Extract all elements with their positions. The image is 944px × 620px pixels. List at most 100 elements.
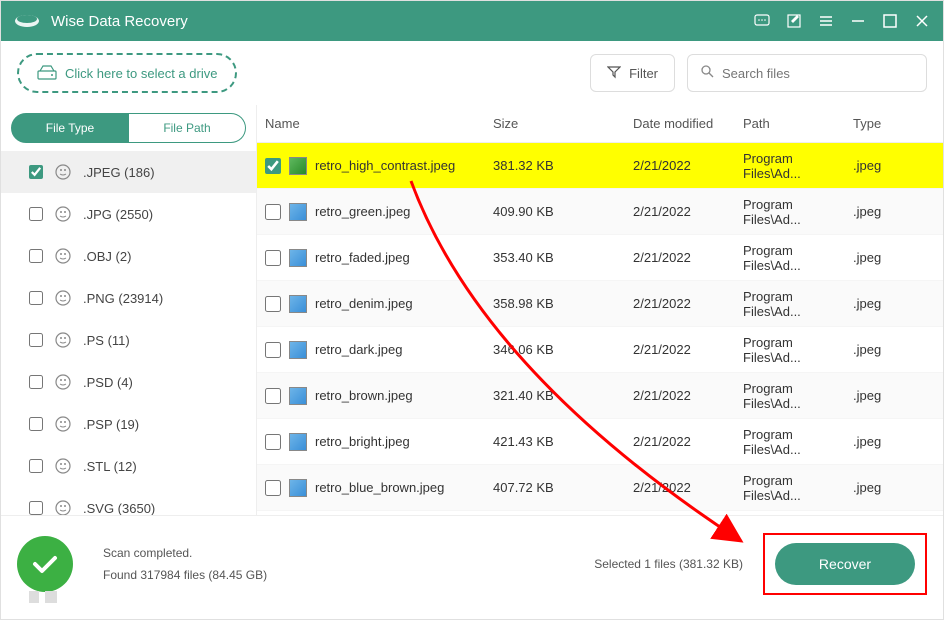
type-checkbox[interactable] bbox=[29, 291, 43, 305]
file-checkbox[interactable] bbox=[265, 158, 281, 174]
title-bar: Wise Data Recovery bbox=[1, 1, 943, 41]
file-row[interactable]: retro_denim.jpeg358.98 KB2/21/2022Progra… bbox=[257, 281, 943, 327]
pause-icon[interactable] bbox=[29, 591, 39, 603]
search-box[interactable] bbox=[687, 54, 927, 92]
sidebar-type-item[interactable]: .STL (12) bbox=[1, 445, 256, 487]
type-label: .PS (11) bbox=[83, 333, 130, 348]
table-body: retro_high_contrast.jpeg381.32 KB2/21/20… bbox=[257, 143, 943, 515]
type-checkbox[interactable] bbox=[29, 333, 43, 347]
file-row[interactable]: retro_blue_brown.jpeg407.72 KB2/21/2022P… bbox=[257, 465, 943, 511]
file-row[interactable]: retro_brown.jpeg321.40 KB2/21/2022Progra… bbox=[257, 373, 943, 419]
drive-select-button[interactable]: Click here to select a drive bbox=[17, 53, 237, 93]
sidebar-type-item[interactable]: .JPG (2550) bbox=[1, 193, 256, 235]
file-date: 2/21/2022 bbox=[633, 434, 743, 449]
header-size[interactable]: Size bbox=[493, 116, 633, 131]
file-size: 346.06 KB bbox=[493, 342, 633, 357]
close-icon[interactable] bbox=[913, 12, 931, 30]
header-date[interactable]: Date modified bbox=[633, 116, 743, 131]
type-checkbox[interactable] bbox=[29, 165, 43, 179]
file-checkbox[interactable] bbox=[265, 250, 281, 266]
type-checkbox[interactable] bbox=[29, 417, 43, 431]
filter-icon bbox=[607, 65, 621, 82]
edit-icon[interactable] bbox=[785, 12, 803, 30]
file-checkbox[interactable] bbox=[265, 388, 281, 404]
status-line1: Scan completed. bbox=[103, 546, 267, 560]
drive-icon bbox=[37, 65, 55, 81]
file-row[interactable]: retro_dark.jpeg346.06 KB2/21/2022Program… bbox=[257, 327, 943, 373]
file-path: Program Files\Ad... bbox=[743, 335, 853, 365]
file-row[interactable]: retro_green.jpeg409.90 KB2/21/2022Progra… bbox=[257, 189, 943, 235]
sidebar-type-item[interactable]: .JPEG (186) bbox=[1, 151, 256, 193]
recover-annotation-box: Recover bbox=[763, 533, 927, 595]
filetype-icon bbox=[53, 414, 73, 434]
sidebar-type-item[interactable]: .PSP (19) bbox=[1, 403, 256, 445]
file-checkbox[interactable] bbox=[265, 296, 281, 312]
filetype-icon bbox=[53, 162, 73, 182]
type-checkbox[interactable] bbox=[29, 459, 43, 473]
search-input[interactable] bbox=[722, 66, 914, 81]
toolbar: Click here to select a drive Filter bbox=[1, 41, 943, 105]
filetype-icon bbox=[53, 456, 73, 476]
type-label: .PNG (23914) bbox=[83, 291, 163, 306]
header-path[interactable]: Path bbox=[743, 116, 853, 131]
header-name[interactable]: Name bbox=[265, 116, 493, 131]
image-file-icon bbox=[289, 479, 307, 497]
image-file-icon bbox=[289, 387, 307, 405]
status-complete-icon bbox=[17, 536, 73, 592]
file-type: .jpeg bbox=[853, 480, 923, 495]
file-path: Program Files\Ad... bbox=[743, 197, 853, 227]
file-size: 381.32 KB bbox=[493, 158, 633, 173]
file-type: .jpeg bbox=[853, 342, 923, 357]
type-checkbox[interactable] bbox=[29, 249, 43, 263]
stop-icon[interactable] bbox=[45, 591, 57, 603]
header-type[interactable]: Type bbox=[853, 116, 923, 131]
file-row[interactable]: retro_faded.jpeg353.40 KB2/21/2022Progra… bbox=[257, 235, 943, 281]
filetype-icon bbox=[53, 204, 73, 224]
type-checkbox[interactable] bbox=[29, 375, 43, 389]
type-label: .PSD (4) bbox=[83, 375, 133, 390]
file-date: 2/21/2022 bbox=[633, 480, 743, 495]
file-size: 409.90 KB bbox=[493, 204, 633, 219]
type-checkbox[interactable] bbox=[29, 207, 43, 221]
filter-button[interactable]: Filter bbox=[590, 54, 675, 92]
tab-file-path[interactable]: File Path bbox=[129, 113, 246, 143]
file-name: retro_green.jpeg bbox=[315, 204, 493, 219]
file-checkbox[interactable] bbox=[265, 434, 281, 450]
type-checkbox[interactable] bbox=[29, 501, 43, 515]
sidebar-type-item[interactable]: .SVG (3650) bbox=[1, 487, 256, 515]
file-date: 2/21/2022 bbox=[633, 296, 743, 311]
file-name: retro_faded.jpeg bbox=[315, 250, 493, 265]
file-checkbox[interactable] bbox=[265, 204, 281, 220]
minimize-icon[interactable] bbox=[849, 12, 867, 30]
app-title: Wise Data Recovery bbox=[51, 13, 753, 30]
type-label: .SVG (3650) bbox=[83, 501, 155, 516]
status-line2: Found 317984 files (84.45 GB) bbox=[103, 568, 267, 582]
file-type: .jpeg bbox=[853, 388, 923, 403]
feedback-icon[interactable] bbox=[753, 12, 771, 30]
file-row[interactable]: retro_high_contrast.jpeg381.32 KB2/21/20… bbox=[257, 143, 943, 189]
file-name: retro_brown.jpeg bbox=[315, 388, 493, 403]
selected-count-text: Selected 1 files (381.32 KB) bbox=[594, 557, 743, 571]
search-icon bbox=[700, 64, 714, 83]
recover-button[interactable]: Recover bbox=[775, 543, 915, 585]
sidebar-type-item[interactable]: .PS (11) bbox=[1, 319, 256, 361]
file-row[interactable]: retro_bright.jpeg421.43 KB2/21/2022Progr… bbox=[257, 419, 943, 465]
file-checkbox[interactable] bbox=[265, 342, 281, 358]
sidebar-type-item[interactable]: .OBJ (2) bbox=[1, 235, 256, 277]
footer: Scan completed. Found 317984 files (84.4… bbox=[1, 515, 943, 611]
tab-file-type[interactable]: File Type bbox=[11, 113, 129, 143]
file-size: 321.40 KB bbox=[493, 388, 633, 403]
image-file-icon bbox=[289, 341, 307, 359]
file-name: retro_dark.jpeg bbox=[315, 342, 493, 357]
filetype-icon bbox=[53, 288, 73, 308]
filetype-icon bbox=[53, 246, 73, 266]
file-name: retro_denim.jpeg bbox=[315, 296, 493, 311]
image-file-icon bbox=[289, 157, 307, 175]
file-checkbox[interactable] bbox=[265, 480, 281, 496]
sidebar-type-item[interactable]: .PNG (23914) bbox=[1, 277, 256, 319]
file-type: .jpeg bbox=[853, 158, 923, 173]
maximize-icon[interactable] bbox=[881, 12, 899, 30]
sidebar-type-item[interactable]: .PSD (4) bbox=[1, 361, 256, 403]
menu-icon[interactable] bbox=[817, 12, 835, 30]
file-path: Program Files\Ad... bbox=[743, 473, 853, 503]
